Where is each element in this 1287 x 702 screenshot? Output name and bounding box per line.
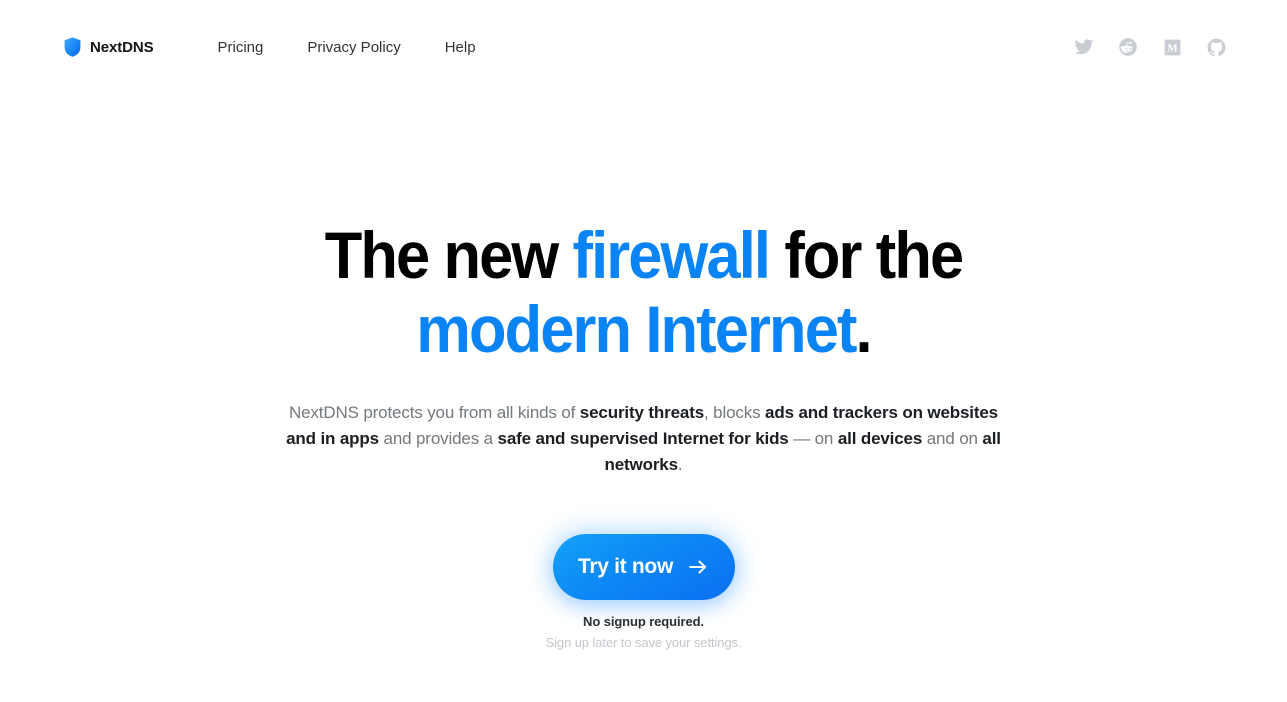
subtitle-seg-3: and provides a xyxy=(378,429,498,448)
brand-name: NextDNS xyxy=(90,38,154,56)
shield-icon xyxy=(64,37,81,57)
subtitle-bold-safe-internet-kids: safe and supervised Internet for kids xyxy=(497,429,789,448)
headline-line-1: The new firewall for the xyxy=(324,218,964,292)
headline-text-part-1: The new xyxy=(324,218,573,292)
headline-line-2: modern Internet. xyxy=(416,292,873,366)
cta-block: Try it now No signup required. Sign up l… xyxy=(0,534,1287,650)
headline-accent-modern-internet: modern Internet xyxy=(416,292,857,366)
subtitle-seg-6: . xyxy=(677,455,683,474)
medium-icon[interactable]: M xyxy=(1161,36,1183,58)
twitter-icon[interactable] xyxy=(1073,36,1095,58)
subtitle-bold-all-devices: all devices xyxy=(837,429,923,448)
subtitle-seg-1: NextDNS protects you from all kinds of xyxy=(288,403,580,422)
svg-text:M: M xyxy=(1167,42,1177,54)
subtitle-seg-2: , blocks xyxy=(704,403,766,422)
nav-link-pricing[interactable]: Pricing xyxy=(195,33,285,62)
social-links: M xyxy=(1073,36,1237,58)
cta-note: No signup required. xyxy=(583,614,704,629)
site-header: NextDNS Pricing Privacy Policy Help M xyxy=(0,0,1287,94)
subtitle-seg-5: and on xyxy=(922,429,983,448)
try-it-now-button[interactable]: Try it now xyxy=(552,534,735,600)
subtitle-bold-security-threats: security threats xyxy=(579,403,705,422)
headline-accent-firewall: firewall xyxy=(572,218,771,292)
cta-subnote: Sign up later to save your settings. xyxy=(545,635,742,650)
arrow-right-icon xyxy=(687,556,709,578)
hero-subtitle: NextDNS protects you from all kinds of s… xyxy=(273,400,1015,478)
nav-link-help[interactable]: Help xyxy=(423,33,498,62)
try-it-now-label: Try it now xyxy=(577,555,673,578)
github-icon[interactable] xyxy=(1205,36,1227,58)
subtitle-seg-4: — on xyxy=(788,429,838,448)
primary-nav: Pricing Privacy Policy Help xyxy=(195,33,497,62)
page-title: The new firewall for the modern Internet… xyxy=(45,218,1242,366)
reddit-icon[interactable] xyxy=(1117,36,1139,58)
brand-logo-link[interactable]: NextDNS xyxy=(64,37,154,57)
nav-link-privacy-policy[interactable]: Privacy Policy xyxy=(285,33,422,62)
hero-section: The new firewall for the modern Internet… xyxy=(0,94,1287,650)
headline-period: . xyxy=(855,292,873,366)
headline-text-part-2: for the xyxy=(769,218,964,292)
